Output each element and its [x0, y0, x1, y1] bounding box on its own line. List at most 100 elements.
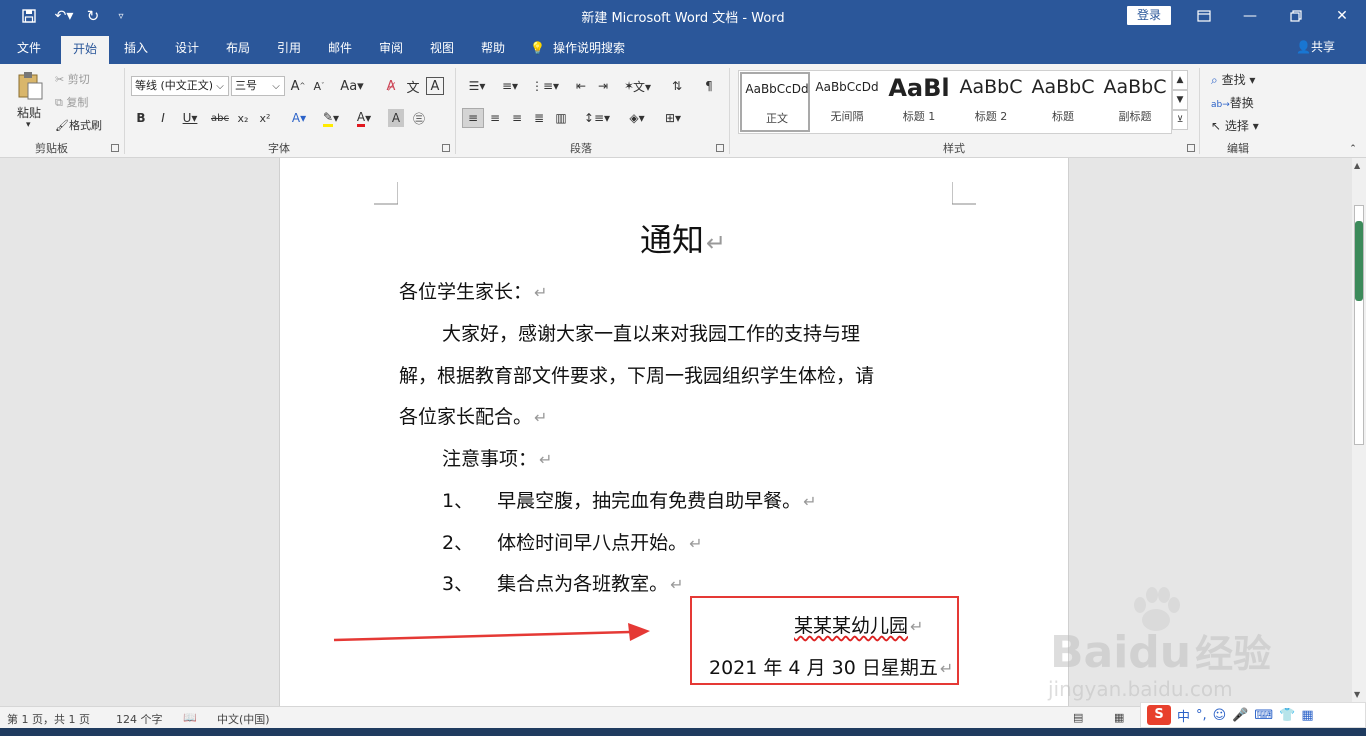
restore-icon[interactable] [1273, 0, 1319, 32]
change-case-icon[interactable]: Aa▾ [338, 77, 366, 95]
style-normal[interactable]: AaBbCcDd 正文 [740, 72, 810, 132]
decrease-indent-icon[interactable]: ⇤ [572, 77, 590, 95]
tab-design[interactable]: 设计 [165, 32, 209, 64]
close-icon[interactable]: ✕ [1319, 0, 1365, 32]
align-left-icon[interactable]: ≡ [462, 108, 484, 128]
styles-more-icon[interactable]: ⊻ [1172, 110, 1188, 130]
word-count[interactable]: 124 个字 [116, 711, 163, 727]
superscript-icon[interactable]: x² [256, 109, 274, 127]
list-item[interactable]: 3、 集合点为各班教室。 ↵ [442, 569, 684, 596]
paste-button[interactable]: 粘贴 [17, 104, 41, 121]
tell-me-search[interactable]: 💡 操作说明搜索 [530, 32, 640, 64]
clear-formatting-icon[interactable]: A̷ [382, 77, 400, 95]
character-shading-icon[interactable]: A [388, 109, 404, 127]
styles-launcher-icon[interactable] [1187, 144, 1195, 152]
subscript-icon[interactable]: x₂ [234, 109, 252, 127]
asian-layout-icon[interactable]: 文▾ [628, 77, 656, 95]
language-indicator[interactable]: 中文(中国) [217, 711, 270, 727]
highlight-color-icon[interactable]: ✎ ▾ [316, 109, 346, 127]
phonetic-guide-icon[interactable]: 文 [404, 77, 422, 96]
line-spacing-icon[interactable]: ↕≡▾ [582, 108, 612, 128]
sort-icon[interactable]: ⇅ [668, 77, 686, 95]
proofing-icon[interactable]: 📖 [183, 711, 197, 724]
list-item[interactable]: 1、 早晨空腹，抽完血有免费自助早餐。 ↵ [442, 486, 817, 513]
character-border-icon[interactable]: A [426, 77, 444, 95]
numbering-icon[interactable]: ≡▾ [496, 77, 524, 95]
text-effects-icon[interactable]: A▾ [286, 109, 312, 127]
distributed-icon[interactable]: ▥ [552, 108, 570, 128]
ribbon-display-options-icon[interactable] [1181, 0, 1227, 32]
body-line-1[interactable]: 大家好，感谢大家一直以来对我园工作的支持与理 [442, 319, 860, 346]
ime-mode[interactable]: 中 [1177, 706, 1190, 725]
find-button[interactable]: ⌕ 查找 ▾ [1211, 71, 1255, 88]
tab-mailings[interactable]: 邮件 [318, 32, 362, 64]
microphone-icon[interactable]: 🎤 [1232, 708, 1248, 723]
style-title[interactable]: AaBbC 标题 [1028, 72, 1098, 128]
tab-file[interactable]: 文件 [6, 32, 52, 64]
show-paragraph-marks-icon[interactable]: ¶ [700, 77, 718, 95]
bullets-icon[interactable]: ☰▾ [463, 77, 491, 95]
align-right-icon[interactable]: ≡ [508, 108, 526, 128]
tab-insert[interactable]: 插入 [114, 32, 158, 64]
multilevel-list-icon[interactable]: ⋮≡▾ [530, 77, 560, 95]
document-title[interactable]: 通知↵ [640, 215, 726, 261]
print-layout-icon[interactable]: ▦ [1114, 711, 1124, 724]
body-line-3[interactable]: 各位家长配合。 ↵ [399, 402, 547, 429]
grow-font-icon[interactable]: A ^ [290, 77, 306, 95]
vertical-scrollbar[interactable]: ▲ ▼ [1352, 158, 1366, 706]
list-item[interactable]: 2、 体检时间早八点开始。 ↵ [442, 528, 703, 555]
strikethrough-icon[interactable]: abc [209, 109, 231, 127]
italic-icon[interactable]: I [155, 109, 171, 127]
replace-button[interactable]: ab→替换 [1211, 94, 1254, 111]
notes-heading[interactable]: 注意事项： ↵ [442, 444, 552, 471]
tab-references[interactable]: 引用 [267, 32, 311, 64]
format-painter-button[interactable]: 🖌格式刷 [55, 117, 102, 133]
bold-icon[interactable]: B [133, 109, 149, 127]
collapse-ribbon-icon[interactable]: ⌃ [1346, 144, 1360, 154]
paste-dropdown-icon[interactable]: ▾ [26, 120, 31, 130]
login-button[interactable]: 登录 [1127, 6, 1171, 25]
toolbox-icon[interactable]: ▦ [1301, 708, 1313, 723]
tab-home[interactable]: 开始 [61, 36, 109, 64]
tab-review[interactable]: 审阅 [369, 32, 413, 64]
copy-button[interactable]: ⧉ 复制 [55, 94, 88, 110]
enclose-characters-icon[interactable]: ㊂ [410, 109, 428, 127]
justify-icon[interactable]: ≣ [530, 108, 548, 128]
tab-layout[interactable]: 布局 [216, 32, 260, 64]
scroll-down-icon[interactable]: ▼ [1354, 690, 1360, 699]
shrink-font-icon[interactable]: Aˇ [311, 77, 327, 95]
align-center-icon[interactable]: ≡ [486, 108, 504, 128]
skin-icon[interactable]: 👕 [1279, 708, 1295, 723]
cut-button[interactable]: ✂ 剪切 [55, 71, 90, 87]
font-color-icon[interactable]: A ▾ [350, 109, 378, 127]
share-button[interactable]: 👤共享 [1296, 38, 1335, 55]
body-line-2[interactable]: 解，根据教育部文件要求，下周一我园组织学生体检，请 [399, 361, 874, 388]
shading-icon[interactable]: ◈▾ [622, 108, 652, 128]
tab-help[interactable]: 帮助 [471, 32, 515, 64]
minimize-icon[interactable]: — [1227, 0, 1273, 32]
style-heading-1[interactable]: AaBl 标题 1 [884, 72, 954, 128]
read-mode-icon[interactable]: ▤ [1073, 711, 1083, 724]
scroll-up-icon[interactable]: ▲ [1354, 161, 1360, 170]
clipboard-launcher-icon[interactable] [111, 144, 119, 152]
increase-indent-icon[interactable]: ⇥ [594, 77, 612, 95]
paste-icon[interactable] [14, 70, 46, 102]
greeting-line[interactable]: 各位学生家长： ↵ [399, 277, 547, 304]
select-button[interactable]: ↖ 选择 ▾ [1211, 117, 1259, 134]
keyboard-icon[interactable]: ⌨ [1254, 708, 1273, 723]
paragraph-launcher-icon[interactable] [716, 144, 724, 152]
font-size-dropdown-icon[interactable]: ⌵ [268, 77, 284, 95]
underline-icon[interactable]: U▾ [177, 109, 203, 127]
ime-toolbar[interactable]: S 中 °, ☺ 🎤 ⌨ 👕 ▦ [1140, 702, 1366, 728]
borders-icon[interactable]: ⊞▾ [658, 108, 688, 128]
font-name-dropdown-icon[interactable]: ⌵ [212, 77, 228, 95]
styles-scroll-up-icon[interactable]: ▲ [1172, 70, 1188, 90]
emoji-icon[interactable]: ☺ [1213, 708, 1227, 723]
style-heading-2[interactable]: AaBbC 标题 2 [956, 72, 1026, 128]
page-count[interactable]: 第 1 页，共 1 页 [7, 711, 90, 727]
font-launcher-icon[interactable] [442, 144, 450, 152]
punctuation-icon[interactable]: °, [1196, 708, 1207, 723]
styles-scroll-down-icon[interactable]: ▼ [1172, 90, 1188, 110]
tab-view[interactable]: 视图 [420, 32, 464, 64]
style-no-spacing[interactable]: AaBbCcDd 无间隔 [812, 72, 882, 128]
